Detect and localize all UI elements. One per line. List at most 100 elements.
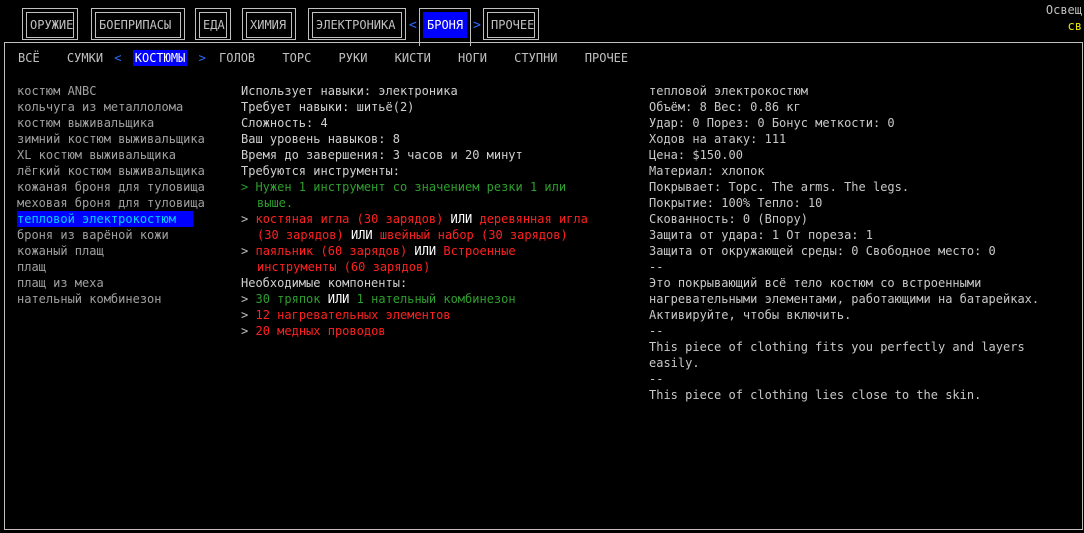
subtab-torso[interactable]: ТОРС	[282, 50, 311, 66]
or-text: ИЛИ	[327, 292, 350, 306]
item-env-protection: Защита от окружающей среды: 0 Свободное …	[649, 244, 996, 258]
tool-wooden-needle: деревянная игла	[479, 212, 588, 226]
subtab-feet[interactable]: СТУПНИ	[514, 50, 557, 66]
item-coverage: Покрытие: 100% Тепло: 10	[649, 196, 823, 210]
subtab-arms[interactable]: РУКИ	[339, 50, 368, 66]
item-volume-weight: Объём: 8 Вес: 0.86 кг	[649, 100, 801, 114]
tab-label: ОРУЖИЕ	[26, 12, 74, 38]
light-label: Освещ	[1045, 3, 1082, 17]
tab-electronics[interactable]: ЭЛЕКТРОНИКА	[308, 8, 406, 40]
tool-soldering-options: > паяльник (60 зарядов) ИЛИ Встроенные	[241, 243, 641, 259]
uses-skills: Использует навыки: электроника	[241, 84, 458, 98]
tab-label: ХИМИЯ	[246, 12, 292, 38]
or-text: ИЛИ	[350, 228, 373, 242]
difficulty: Сложность: 4	[241, 116, 328, 130]
light-status: Освещ св	[1046, 2, 1082, 34]
tab-food[interactable]: ЕДА	[195, 8, 231, 40]
separator: --	[649, 260, 664, 274]
tab-arrow-left-icon: <	[409, 18, 417, 33]
tool-needle-options-cont: (30 зарядов) ИЛИ швейный набор (30 заряд…	[241, 227, 641, 243]
tool-wooden-needle-charges: (30 зарядов)	[257, 228, 344, 242]
tool-integrated-tools-cont: инструменты (60 зарядов)	[257, 260, 431, 274]
tools-header: Требуются инструменты:	[241, 164, 400, 178]
tab-label: ЭЛЕКТРОНИКА	[312, 12, 402, 38]
list-item[interactable]: костюм выживальщика	[17, 115, 232, 131]
subtab-other[interactable]: ПРОЧЕЕ	[585, 50, 628, 66]
your-skill-level: Ваш уровень навыков: 8	[241, 132, 400, 146]
item-damage: Удар: 0 Порез: 0 Бонус меткости: 0	[649, 116, 895, 130]
subcategory-tabs: ВСЁ СУМКИ < КОСТЮМЫ > ГОЛОВ ТОРС РУКИ КИ…	[18, 50, 648, 66]
item-fit-note: This piece of clothing fits you perfectl…	[649, 340, 1025, 370]
requires-skills: Требует навыки: шитьё(2)	[241, 100, 415, 114]
tool-sewing-kit: швейный набор (30 зарядов)	[379, 228, 568, 242]
tab-label: БРОНЯ	[423, 12, 467, 38]
tool-needle-options: > костяная игла (30 зарядов) ИЛИ деревян…	[241, 211, 641, 227]
component-copper-wires: > 20 медных проводов	[241, 323, 641, 339]
separator: --	[649, 324, 664, 338]
list-item[interactable]: кольчуга из металлолома	[17, 99, 232, 115]
tab-other[interactable]: ПРОЧЕЕ	[483, 8, 539, 40]
tab-label: ПРОЧЕЕ	[487, 12, 535, 38]
list-item[interactable]: костюм ANBC	[17, 83, 232, 99]
subtab-bags[interactable]: СУМКИ	[67, 50, 103, 66]
recipe-requirements: Использует навыки: электроника Требует н…	[241, 83, 641, 339]
list-item[interactable]: плащ	[17, 259, 232, 275]
component-copper-wires-text: 20 медных проводов	[255, 324, 386, 338]
tab-weapons[interactable]: ОРУЖИЕ	[22, 8, 78, 40]
item-price: Цена: $150.00	[649, 148, 743, 162]
tool-cutting-requirement-cont: выше.	[257, 196, 294, 210]
list-item[interactable]: нательный комбинезон	[17, 291, 232, 307]
subtab-legs[interactable]: НОГИ	[458, 50, 487, 66]
subtab-suits[interactable]: КОСТЮМЫ	[132, 50, 188, 66]
component-heating-elements-text: 12 нагревательных элементов	[255, 308, 451, 322]
tool-bone-needle: костяная игла (30 зарядов)	[255, 212, 444, 226]
craft-time: Время до завершения: 3 часов и 20 минут	[241, 148, 523, 162]
tab-arrow-right-icon: >	[473, 18, 481, 33]
subtab-arrow-right-icon: >	[198, 51, 206, 65]
tool-integrated-tools: Встроенные	[443, 244, 516, 258]
list-item[interactable]: плащ из меха	[17, 275, 232, 291]
or-text: ИЛИ	[450, 212, 473, 226]
bullet: >	[241, 212, 249, 226]
list-item[interactable]: кожаная броня для туловища	[17, 179, 232, 195]
item-protection: Защита от удара: 1 От пореза: 1	[649, 228, 873, 242]
subtab-head[interactable]: ГОЛОВ	[219, 50, 255, 66]
tool-soldering-iron: паяльник (60 зарядов)	[255, 244, 408, 258]
list-item[interactable]: кожаный плащ	[17, 243, 232, 259]
component-heating-elements: > 12 нагревательных элементов	[241, 307, 641, 323]
list-item[interactable]: меховая броня для туловища	[17, 195, 232, 211]
item-encumbrance: Скованность: 0 (Впору)	[649, 212, 808, 226]
component-union-suit: 1 нательный комбинезон	[356, 292, 516, 306]
list-item[interactable]: зимний костюм выживальщика	[17, 131, 232, 147]
bullet: >	[241, 308, 249, 322]
component-rags: > 30 тряпок ИЛИ 1 нательный комбинезон	[241, 291, 641, 307]
separator: --	[649, 372, 664, 386]
tool-cutting-requirement: > Нужен 1 инструмент со значением резки …	[241, 180, 567, 194]
subtab-hands[interactable]: КИСТИ	[395, 50, 431, 66]
bullet: >	[241, 244, 249, 258]
components-header: Необходимые компоненты:	[241, 276, 408, 290]
tab-label: ЕДА	[199, 12, 227, 38]
list-item[interactable]: броня из варёной кожи	[17, 227, 232, 243]
item-description: Это покрывающий всё тело костюм со встро…	[649, 276, 1040, 322]
item-covers: Покрывает: Торс. The arms. The legs.	[649, 180, 910, 194]
tab-chemistry[interactable]: ХИМИЯ	[242, 8, 296, 40]
tab-label: БОЕПРИПАСЫ	[95, 12, 181, 38]
subtab-all[interactable]: ВСЁ	[18, 50, 40, 66]
list-item[interactable]: лёгкий костюм выживальщика	[17, 163, 232, 179]
recipe-list: костюм ANBC кольчуга из металлолома кост…	[17, 83, 232, 307]
item-skin-note: This piece of clothing lies close to the…	[649, 388, 982, 402]
list-item[interactable]: XL костюм выживальщика	[17, 147, 232, 163]
light-value: св	[1067, 19, 1082, 33]
item-moves: Ходов на атаку: 111	[649, 132, 787, 146]
tab-armor[interactable]: БРОНЯ	[419, 8, 471, 46]
item-material: Материал: хлопок	[649, 164, 765, 178]
tab-ammo[interactable]: БОЕПРИПАСЫ	[91, 8, 185, 40]
item-name: тепловой электрокостюм	[649, 84, 808, 98]
category-tabs: ОРУЖИЕ БОЕПРИПАСЫ ЕДА ХИМИЯ ЭЛЕКТРОНИКА …	[0, 0, 1084, 46]
list-item-selected[interactable]: тепловой электрокостюм	[17, 211, 193, 227]
or-text: ИЛИ	[414, 244, 437, 258]
bullet: >	[241, 324, 249, 338]
subtab-arrow-left-icon: <	[114, 51, 122, 65]
component-rags-text: 30 тряпок	[255, 292, 321, 306]
